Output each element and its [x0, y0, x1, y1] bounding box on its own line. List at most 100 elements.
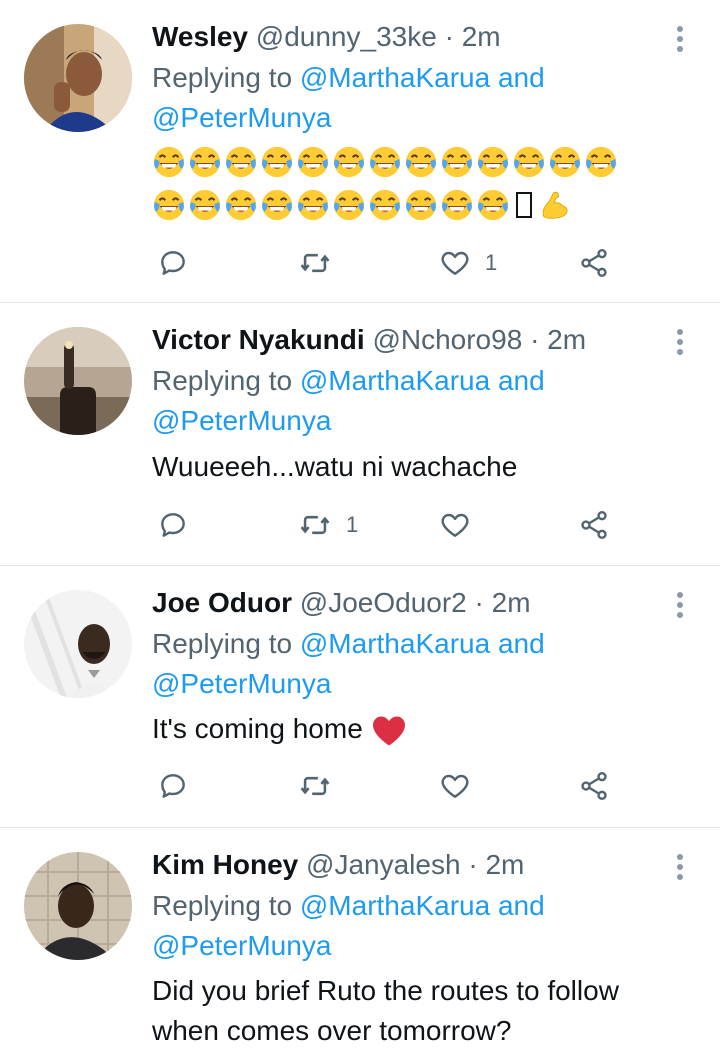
tweet-3[interactable]: Joe Oduor @JoeOduor2 · 2m Replying to @M… [0, 566, 720, 827]
retweet-count: 1 [346, 512, 359, 537]
retweet-button[interactable] [298, 243, 346, 283]
display-name[interactable]: Wesley [152, 21, 248, 52]
laughing-emoji [224, 188, 258, 222]
tweet-header: Victor Nyakundi @Nchoro98 · 2m [152, 322, 586, 358]
avatar[interactable] [24, 852, 132, 960]
share-icon [578, 770, 610, 802]
replying-and: and [497, 890, 545, 921]
replying-to-label: Replying to [152, 890, 293, 921]
mention-link[interactable]: @MarthaKarua [300, 628, 490, 659]
laughing-emoji [332, 188, 366, 222]
avatar[interactable] [24, 24, 132, 132]
laughing-emoji [584, 145, 618, 179]
mention-link[interactable]: @MarthaKarua [300, 365, 490, 396]
tweet-text-line: It's coming home [152, 709, 407, 749]
replying-and: and [497, 62, 545, 93]
more-icon[interactable] [670, 24, 690, 54]
share-button[interactable] [578, 505, 610, 545]
separator-dot: · [444, 21, 454, 52]
replying-and: and [497, 628, 545, 659]
laughing-emoji [152, 145, 186, 179]
tweet-1[interactable]: Wesley @dunny_33ke · 2m Replying to @Mar… [0, 0, 720, 302]
laughing-emoji [224, 145, 258, 179]
like-icon [439, 509, 471, 541]
share-icon [578, 247, 610, 279]
emoji-line-1 [152, 145, 618, 179]
user-handle[interactable]: @JoeOduor2 [300, 587, 467, 618]
share-button[interactable] [578, 243, 610, 283]
timestamp[interactable]: 2m [485, 849, 524, 880]
avatar[interactable] [24, 327, 132, 435]
replying-to: Replying to @MarthaKarua and [152, 624, 545, 664]
tweet-header: Wesley @dunny_33ke · 2m [152, 19, 501, 55]
display-name[interactable]: Joe Oduor [152, 587, 292, 618]
laughing-emoji [404, 145, 438, 179]
retweet-button[interactable]: 1 [298, 505, 358, 545]
display-name[interactable]: Kim Honey [152, 849, 298, 880]
laughing-emoji [260, 145, 294, 179]
flexed-biceps-emoji [538, 188, 572, 222]
replying-to-line2: @PeterMunya [152, 401, 331, 441]
mention-link[interactable]: @PeterMunya [152, 405, 331, 436]
reply-button[interactable] [157, 243, 203, 283]
share-button[interactable] [578, 766, 610, 806]
laughing-emoji [476, 188, 510, 222]
mention-link[interactable]: @PeterMunya [152, 102, 331, 133]
timestamp[interactable]: 2m [492, 587, 531, 618]
mention-link[interactable]: @PeterMunya [152, 930, 331, 961]
more-icon[interactable] [670, 590, 690, 620]
reply-icon [157, 509, 189, 541]
like-button[interactable]: 1 [439, 243, 497, 283]
retweet-button[interactable] [298, 766, 346, 806]
timestamp[interactable]: 2m [547, 324, 586, 355]
more-icon[interactable] [670, 327, 690, 357]
like-icon [439, 770, 471, 802]
separator-dot: · [530, 324, 540, 355]
user-handle[interactable]: @Nchoro98 [372, 324, 522, 355]
replying-and: and [497, 365, 545, 396]
replying-to-line2: @PeterMunya [152, 664, 331, 704]
user-handle[interactable]: @dunny_33ke [256, 21, 437, 52]
red-heart-emoji [372, 716, 405, 746]
laughing-emoji [440, 188, 474, 222]
laughing-emoji [188, 145, 222, 179]
reply-button[interactable] [157, 766, 203, 806]
tweet-header: Joe Oduor @JoeOduor2 · 2m [152, 585, 531, 621]
separator-dot: · [468, 849, 478, 880]
replying-to-label: Replying to [152, 62, 293, 93]
laughing-emoji [188, 188, 222, 222]
mention-link[interactable]: @MarthaKarua [300, 62, 490, 93]
replying-to: Replying to @MarthaKarua and [152, 886, 545, 926]
separator-dot: · [474, 587, 484, 618]
avatar[interactable] [24, 590, 132, 698]
more-icon[interactable] [670, 852, 690, 882]
like-button[interactable] [439, 766, 485, 806]
laughing-emoji [260, 188, 294, 222]
timestamp[interactable]: 2m [462, 21, 501, 52]
mention-link[interactable]: @PeterMunya [152, 668, 331, 699]
reply-icon [157, 770, 189, 802]
display-name[interactable]: Victor Nyakundi [152, 324, 365, 355]
replying-to-label: Replying to [152, 628, 293, 659]
retweet-icon [298, 769, 332, 803]
reply-button[interactable] [157, 505, 203, 545]
laughing-emoji [440, 145, 474, 179]
tweet-text: Did you brief Ruto the routes to follow [152, 975, 619, 1006]
like-button[interactable] [439, 505, 485, 545]
laughing-emoji [296, 145, 330, 179]
replying-to-line2: @PeterMunya [152, 98, 331, 138]
replying-to-line2: @PeterMunya [152, 926, 331, 966]
share-icon [578, 509, 610, 541]
laughing-emoji [368, 145, 402, 179]
tweet-actions: 1 [0, 505, 720, 545]
user-handle[interactable]: @Janyalesh [306, 849, 461, 880]
like-icon [439, 247, 471, 279]
retweet-icon [298, 508, 332, 542]
tweet-header: Kim Honey @Janyalesh · 2m [152, 847, 524, 883]
like-count: 1 [485, 250, 498, 275]
retweet-icon [298, 246, 332, 280]
tweet-2[interactable]: Victor Nyakundi @Nchoro98 · 2m Replying … [0, 303, 720, 565]
tweet-4[interactable]: Kim Honey @Janyalesh · 2m Replying to @M… [0, 828, 720, 1061]
mention-link[interactable]: @MarthaKarua [300, 890, 490, 921]
replying-to: Replying to @MarthaKarua and [152, 58, 545, 98]
